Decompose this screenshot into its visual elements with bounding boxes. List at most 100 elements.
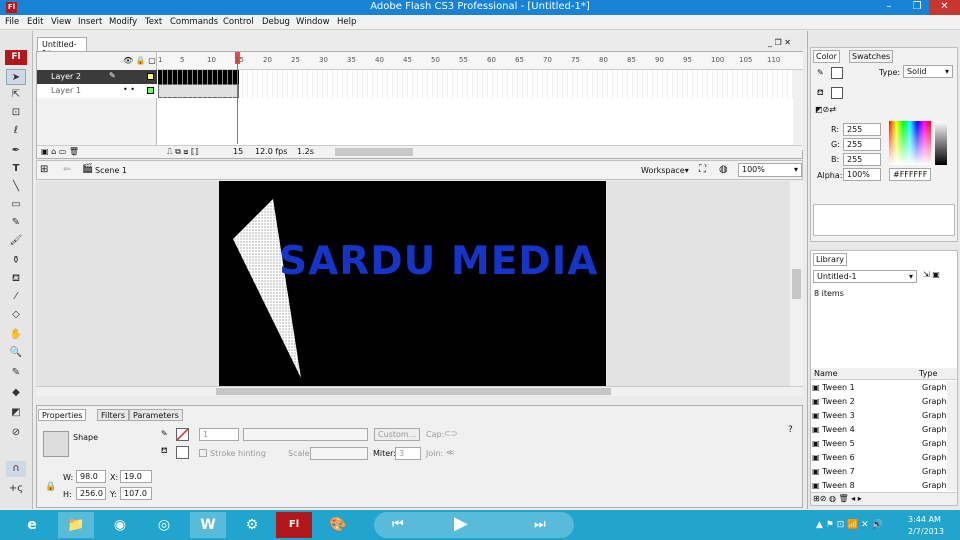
library-vscroll[interactable] bbox=[947, 381, 957, 491]
document-tab[interactable]: Untitled-1* bbox=[37, 37, 87, 58]
tab-filters[interactable]: Filters bbox=[97, 409, 129, 421]
menu-debug[interactable]: Debug bbox=[262, 17, 290, 27]
text-tool-icon[interactable]: T bbox=[6, 161, 26, 177]
layer-row-2[interactable]: Layer 2 ✎ bbox=[37, 70, 157, 84]
chrome-icon[interactable]: ◎ bbox=[146, 512, 182, 538]
paint-bucket-tool-icon[interactable]: ⛾ bbox=[6, 271, 26, 287]
word-icon[interactable]: W bbox=[190, 512, 226, 538]
previous-icon[interactable]: ⏮ bbox=[392, 517, 404, 532]
zoom-select[interactable]: 100% ▾ bbox=[738, 163, 802, 177]
smooth-icon[interactable]: +ς bbox=[6, 481, 26, 497]
menu-text[interactable]: Text bbox=[145, 17, 162, 27]
stroke-size-field[interactable]: 1 bbox=[199, 428, 239, 441]
lock-icon[interactable]: 🔒 bbox=[45, 482, 56, 492]
library-item[interactable]: ▣ Tween 3 Graph bbox=[812, 411, 948, 424]
ink-bottle-tool-icon[interactable]: ⚱ bbox=[6, 253, 26, 269]
col-name-header[interactable]: Name bbox=[814, 369, 838, 378]
layer-2-frames[interactable] bbox=[158, 70, 239, 84]
menu-help[interactable]: Help bbox=[337, 17, 356, 27]
fill-color-swatch[interactable] bbox=[176, 446, 189, 459]
menu-file[interactable]: File bbox=[5, 17, 19, 27]
height-field[interactable]: 256.0 bbox=[76, 487, 106, 500]
brush-tool-icon[interactable]: 🖌 bbox=[6, 233, 26, 249]
help-icon[interactable]: ? bbox=[788, 425, 793, 435]
r-field[interactable]: 255 bbox=[843, 123, 881, 136]
zoom-tool-icon[interactable]: 🔍 bbox=[6, 345, 26, 361]
line-tool-icon[interactable]: ╲ bbox=[6, 179, 26, 195]
subselection-tool-icon[interactable]: ⇱ bbox=[6, 87, 26, 103]
firefox-icon[interactable]: ◉ bbox=[102, 512, 138, 538]
library-item[interactable]: ▣ Tween 2 Graph bbox=[812, 397, 948, 410]
library-tool-icons[interactable]: ⊞⊘ ◍ 🗑 ◂ ▸ bbox=[813, 494, 862, 503]
flash-taskbar-icon[interactable]: Fl bbox=[276, 512, 312, 538]
vscroll-thumb[interactable] bbox=[792, 269, 801, 299]
swap-colors-icons[interactable]: ◩⊘⇄ bbox=[815, 105, 836, 114]
no-color-icon[interactable]: ⊘ bbox=[6, 425, 26, 441]
x-field[interactable]: 19.0 bbox=[120, 470, 152, 483]
timeline-vscroll[interactable] bbox=[793, 70, 803, 150]
join-icon[interactable]: ≪ bbox=[446, 448, 454, 457]
b-field[interactable]: 255 bbox=[843, 153, 881, 166]
hex-field[interactable]: #FFFFFF bbox=[889, 168, 931, 181]
black-white-icon[interactable]: ◩ bbox=[6, 405, 26, 421]
frame-ruler[interactable] bbox=[158, 52, 803, 70]
library-item[interactable]: ▣ Tween 1 Graph bbox=[812, 383, 948, 396]
stage-hscroll[interactable] bbox=[36, 386, 803, 396]
menu-view[interactable]: View bbox=[51, 17, 71, 27]
stage[interactable]: SARDU MEDIA bbox=[219, 181, 606, 386]
library-item[interactable]: ▣ Tween 7 Graph bbox=[812, 467, 948, 480]
g-field[interactable]: 255 bbox=[843, 138, 881, 151]
scene-name[interactable]: Scene 1 bbox=[95, 166, 127, 175]
onion-skin-icons[interactable]: ⎍ ⧉ ⧈ ⟦⟧ bbox=[167, 147, 199, 157]
lasso-tool-icon[interactable]: ℓ bbox=[6, 123, 26, 139]
document-window-controls[interactable]: _ ❐ ✕ bbox=[768, 38, 791, 47]
stage-vscroll[interactable] bbox=[790, 181, 803, 386]
library-item[interactable]: ▣ Tween 4 Graph bbox=[812, 425, 948, 438]
alpha-field[interactable]: 100% bbox=[843, 168, 881, 181]
library-item[interactable]: ▣ Tween 5 Graph bbox=[812, 439, 948, 452]
stage-text[interactable]: SARDU MEDIA bbox=[279, 239, 598, 284]
eraser-tool-icon[interactable]: ◇ bbox=[6, 307, 26, 323]
free-transform-tool-icon[interactable]: ⊡ bbox=[6, 105, 26, 121]
type-select[interactable]: Solid ▾ bbox=[903, 65, 953, 78]
menu-insert[interactable]: Insert bbox=[78, 17, 102, 27]
y-field[interactable]: 107.0 bbox=[120, 487, 152, 500]
library-item[interactable]: ▣ Tween 6 Graph bbox=[812, 453, 948, 466]
play-icon[interactable]: ▶ bbox=[454, 513, 468, 534]
miter-field[interactable]: 3 bbox=[395, 447, 421, 460]
brightness-slider[interactable] bbox=[935, 121, 947, 165]
stroke-swatch[interactable] bbox=[831, 67, 843, 79]
rectangle-tool-icon[interactable]: ▭ bbox=[6, 197, 26, 213]
settings-icon[interactable]: ⚙ bbox=[234, 512, 270, 538]
hand-tool-icon[interactable]: ✋ bbox=[6, 327, 26, 343]
menu-control[interactable]: Control bbox=[223, 17, 254, 27]
tab-swatches[interactable]: Swatches bbox=[849, 50, 894, 63]
stroke-hinting-checkbox[interactable] bbox=[199, 449, 207, 457]
cap-icon[interactable]: ⊂⊃ bbox=[444, 429, 457, 438]
minimize-button[interactable]: – bbox=[875, 0, 903, 15]
pencil-tool-icon[interactable]: ✎ bbox=[6, 215, 26, 231]
next-icon[interactable]: ⏭ bbox=[534, 517, 546, 532]
restore-button[interactable]: ❐ bbox=[903, 0, 931, 15]
timeline-hscroll-thumb[interactable] bbox=[335, 148, 413, 156]
tab-properties[interactable]: Properties bbox=[38, 409, 87, 421]
file-explorer-icon[interactable]: 📁 bbox=[58, 512, 94, 538]
scale-select[interactable] bbox=[310, 447, 368, 460]
layer-add-icons[interactable]: ▣ ⌂ ▭ 🗑 bbox=[41, 147, 79, 156]
width-field[interactable]: 98.0 bbox=[76, 470, 106, 483]
library-item[interactable]: ▣ Tween 8 Graph bbox=[812, 481, 948, 494]
edit-scene-icon[interactable]: ◍ bbox=[719, 164, 728, 175]
tab-library[interactable]: Library bbox=[813, 253, 847, 266]
tab-parameters[interactable]: Parameters bbox=[129, 409, 183, 421]
menu-modify[interactable]: Modify bbox=[109, 17, 137, 27]
library-doc-select[interactable]: Untitled-1 ▾ bbox=[813, 270, 917, 283]
pen-tool-icon[interactable]: ✒ bbox=[6, 143, 26, 159]
snap-to-objects-icon[interactable]: ∩ bbox=[6, 461, 26, 477]
selection-tool-icon[interactable]: ➤ bbox=[6, 69, 26, 85]
back-arrow-icon[interactable]: ⇐ bbox=[63, 164, 71, 175]
color-spectrum[interactable] bbox=[889, 121, 931, 165]
paint-icon[interactable]: 🎨 bbox=[320, 512, 356, 538]
menu-window[interactable]: Window bbox=[296, 17, 330, 27]
fill-swatch[interactable] bbox=[831, 87, 843, 99]
fill-color-icon[interactable]: ◆ bbox=[6, 385, 26, 401]
